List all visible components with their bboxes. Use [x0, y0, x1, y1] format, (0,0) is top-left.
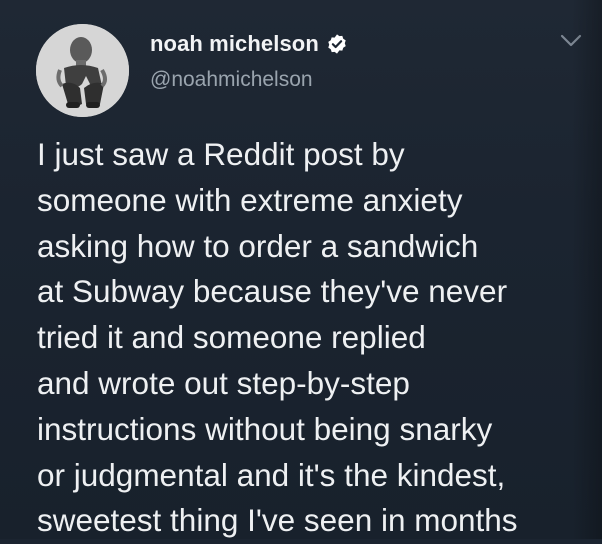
edge-shadow: [572, 0, 602, 539]
avatar[interactable]: [36, 24, 129, 117]
tweet-header: noah michelson @noahmichelson: [150, 30, 348, 92]
profile-photo-icon: [36, 24, 129, 117]
tweet-text: I just saw a Reddit post by someone with…: [37, 136, 518, 539]
name-row: noah michelson: [150, 30, 348, 58]
verified-badge-icon: [328, 34, 346, 54]
display-name[interactable]: noah michelson: [150, 31, 319, 57]
tweet-card: noah michelson @noahmichelson I just saw…: [0, 0, 602, 539]
user-handle[interactable]: @noahmichelson: [150, 68, 348, 92]
